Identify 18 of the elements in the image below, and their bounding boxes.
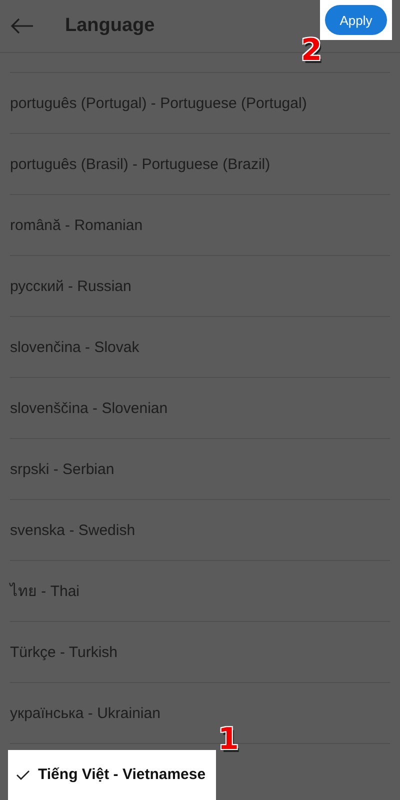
language-item[interactable]: română - Romanian (10, 216, 143, 234)
selected-language-item[interactable]: Tiếng Việt - Vietnamese (8, 750, 216, 800)
check-icon (16, 770, 30, 780)
language-item[interactable]: português (Brasil) - Portuguese (Brazil) (10, 156, 270, 172)
language-item[interactable]: русский - Russian (10, 278, 132, 294)
language-item[interactable]: Türkçe - Turkish (10, 644, 118, 660)
language-item[interactable]: svenska - Swedish (10, 522, 136, 538)
language-item[interactable]: slovenčina - Slovak (10, 338, 140, 356)
step-number: 1 (218, 722, 239, 757)
back-arrow-icon[interactable] (10, 18, 34, 34)
language-item[interactable]: українська - Ukrainian (10, 704, 160, 722)
page-title: Language (65, 15, 155, 37)
language-item[interactable]: slovenščina - Slovenian (10, 400, 168, 416)
language-item[interactable]: português (Portugal) - Portuguese (Portugal) (10, 94, 307, 112)
language-item[interactable]: srpski - Serbian (10, 460, 114, 478)
step-number: 2 (301, 33, 322, 68)
language-item[interactable]: ไทย - Thai (10, 579, 80, 603)
apply-button[interactable]: Apply (325, 5, 387, 35)
